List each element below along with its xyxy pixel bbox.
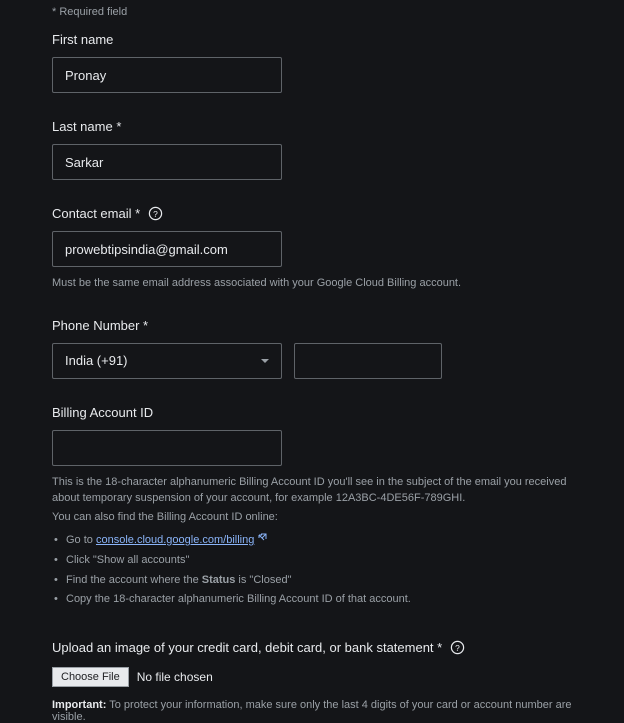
required-field-note: * Required field <box>52 6 572 18</box>
list-item: Find the account where the Status is "Cl… <box>52 571 572 591</box>
svg-text:?: ? <box>455 643 460 653</box>
file-status: No file chosen <box>137 670 213 684</box>
first-name-field: First name <box>52 32 572 93</box>
last-name-field: Last name * <box>52 119 572 180</box>
upload-label: Upload an image of your credit card, deb… <box>52 640 442 655</box>
phone-label: Phone Number * <box>52 318 572 333</box>
upload-label-row: Upload an image of your credit card, deb… <box>52 640 572 655</box>
list-item: Click "Show all accounts" <box>52 551 572 571</box>
billing-helper-2: You can also find the Billing Account ID… <box>52 509 572 526</box>
email-input[interactable] <box>52 231 282 267</box>
help-icon[interactable]: ? <box>450 640 465 655</box>
phone-field: Phone Number * India (+91) <box>52 318 572 379</box>
email-field: Contact email * ? Must be the same email… <box>52 206 572 292</box>
phone-country-value: India (+91) <box>65 353 128 368</box>
external-link-icon <box>257 531 267 541</box>
list-item: Copy the 18-character alphanumeric Billi… <box>52 590 572 610</box>
first-name-label: First name <box>52 32 572 47</box>
billing-label: Billing Account ID <box>52 405 572 420</box>
email-label: Contact email * <box>52 206 140 221</box>
upload-field: Upload an image of your credit card, deb… <box>52 640 572 723</box>
svg-text:?: ? <box>153 209 158 219</box>
help-icon[interactable]: ? <box>148 206 163 221</box>
email-helper: Must be the same email address associate… <box>52 275 572 292</box>
last-name-input[interactable] <box>52 144 282 180</box>
billing-input[interactable] <box>52 430 282 466</box>
billing-field: Billing Account ID This is the 18-charac… <box>52 405 572 611</box>
last-name-label: Last name * <box>52 119 572 134</box>
email-label-row: Contact email * ? <box>52 206 572 221</box>
chevron-down-icon <box>261 359 269 363</box>
phone-country-select[interactable]: India (+91) <box>52 343 282 379</box>
list-item: Go to console.cloud.google.com/billing <box>52 531 572 551</box>
first-name-input[interactable] <box>52 57 282 93</box>
billing-steps-list: Go to console.cloud.google.com/billing C… <box>52 531 572 610</box>
important-note: Important: To protect your information, … <box>52 699 572 723</box>
choose-file-button[interactable]: Choose File <box>52 667 129 687</box>
billing-helper-1: This is the 18-character alphanumeric Bi… <box>52 474 572 507</box>
billing-console-link[interactable]: console.cloud.google.com/billing <box>96 534 254 546</box>
phone-number-input[interactable] <box>294 343 442 379</box>
